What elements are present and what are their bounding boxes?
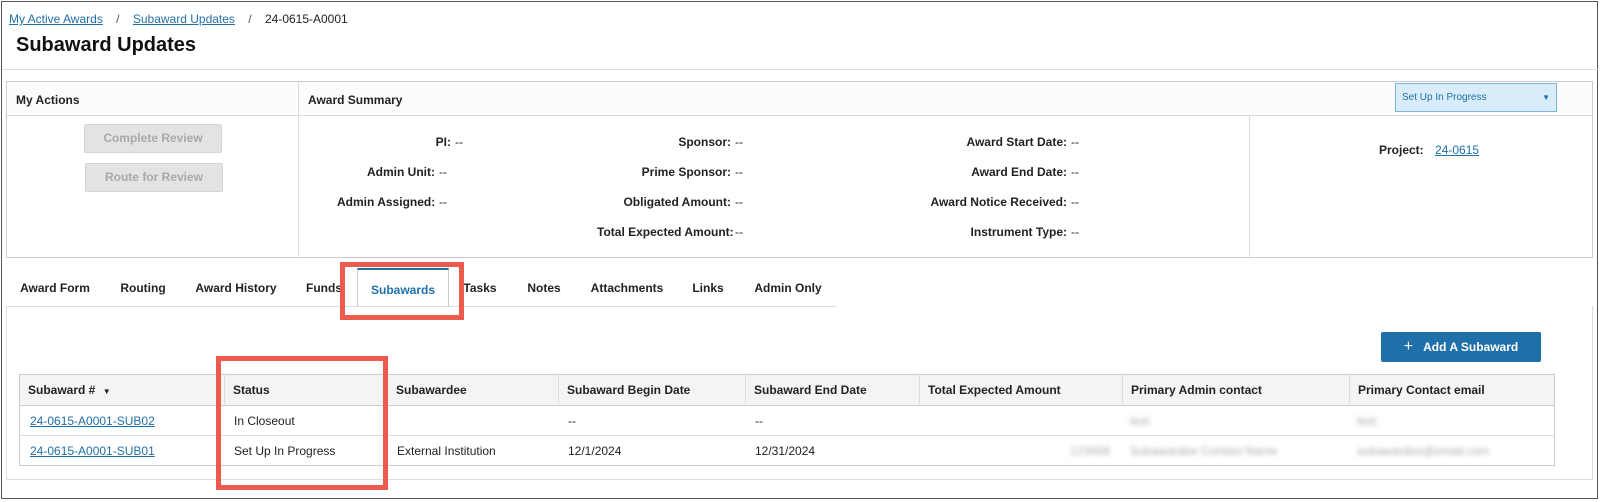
field-pi: PI: -- [435, 135, 463, 149]
field-award-end-date: Award End Date: -- [971, 165, 1079, 179]
breadcrumb-my-active-awards[interactable]: My Active Awards [9, 12, 103, 26]
field-award-start-date: Award Start Date: -- [966, 135, 1079, 149]
complete-review-button[interactable]: Complete Review [84, 124, 222, 153]
breadcrumb-separator: / [116, 12, 120, 26]
field-total-expected-amount: Total Expected Amount:-- [597, 225, 743, 239]
tab-links[interactable]: Links [686, 268, 730, 306]
tab-admin-only[interactable]: Admin Only [746, 268, 830, 306]
header-end-date[interactable]: Subaward End Date [745, 375, 919, 406]
project-label: Project: [1379, 143, 1424, 157]
status-select[interactable]: Set Up In Progress ▼ [1395, 83, 1557, 112]
header-primary-admin-contact[interactable]: Primary Admin contact [1122, 375, 1349, 406]
sort-down-icon: ▼ [102, 387, 111, 396]
header-total-expected-amount[interactable]: Total Expected Amount [919, 375, 1122, 406]
end-date-cell: -- [755, 414, 763, 428]
tab-award-history[interactable]: Award History [186, 268, 286, 306]
add-subaward-label: Add A Subaward [1423, 340, 1519, 354]
chevron-down-icon: ▼ [1542, 93, 1550, 102]
header-subawardee[interactable]: Subawardee [387, 375, 558, 406]
field-admin-unit: Admin Unit: -- [367, 165, 447, 179]
header-primary-contact-email[interactable]: Primary Contact email [1349, 375, 1555, 406]
breadcrumb: My Active Awards / Subaward Updates / 24… [9, 12, 348, 26]
field-sponsor: Sponsor: -- [678, 135, 743, 149]
route-for-review-button[interactable]: Route for Review [85, 163, 223, 192]
tab-notes[interactable]: Notes [520, 268, 568, 306]
highlight-box-subawards-tab [340, 262, 464, 320]
amount-cell: 123456 [1070, 444, 1111, 458]
tab-routing[interactable]: Routing [110, 268, 176, 306]
field-prime-sponsor: Prime Sponsor: -- [641, 165, 743, 179]
my-actions-title: My Actions [16, 93, 80, 107]
column-divider [1249, 116, 1250, 257]
field-admin-assigned: Admin Assigned: -- [337, 195, 447, 209]
begin-date-cell: 12/1/2024 [568, 444, 622, 458]
tab-award-form[interactable]: Award Form [12, 268, 98, 306]
subaward-link[interactable]: 24-0615-A0001-SUB01 [30, 436, 155, 466]
add-subaward-button[interactable]: + Add A Subaward [1381, 332, 1541, 362]
project-link[interactable]: 24-0615 [1435, 143, 1479, 157]
highlight-box-status-column [216, 356, 388, 490]
column-divider [298, 82, 299, 257]
field-instrument-type: Instrument Type: -- [970, 225, 1079, 239]
contact-email-cell: subawardee@email.com [1357, 444, 1490, 458]
admin-contact-cell: Subawardee Contact Name [1130, 444, 1278, 458]
page-title: Subaward Updates [16, 34, 197, 56]
breadcrumb-subaward-updates[interactable]: Subaward Updates [133, 12, 235, 26]
divider [2, 69, 1598, 70]
header-subaward-number[interactable]: Subaward # ▼ [20, 375, 224, 406]
field-project: Project: 24-0615 [1379, 143, 1479, 157]
end-date-cell: 12/31/2024 [755, 444, 816, 458]
summary-header [7, 82, 1592, 116]
begin-date-cell: -- [568, 414, 576, 428]
award-summary-title: Award Summary [308, 93, 403, 107]
subaward-link[interactable]: 24-0615-A0001-SUB02 [30, 406, 155, 435]
status-select-value: Set Up In Progress [1402, 92, 1487, 103]
subawardee-cell: External Institution [397, 444, 496, 458]
admin-contact-cell: test [1130, 414, 1150, 428]
breadcrumb-current: 24-0615-A0001 [264, 12, 348, 26]
header-begin-date[interactable]: Subaward Begin Date [558, 375, 745, 406]
field-obligated-amount: Obligated Amount: -- [623, 195, 743, 209]
breadcrumb-separator: / [248, 12, 252, 26]
field-award-notice-received: Award Notice Received: -- [930, 195, 1080, 209]
tab-tasks[interactable]: Tasks [458, 268, 502, 306]
plus-icon: + [1403, 338, 1414, 355]
tab-attachments[interactable]: Attachments [586, 268, 668, 306]
summary-panel: My Actions Award Summary Set Up In Progr… [6, 81, 1593, 258]
contact-email-cell: test [1357, 414, 1377, 428]
